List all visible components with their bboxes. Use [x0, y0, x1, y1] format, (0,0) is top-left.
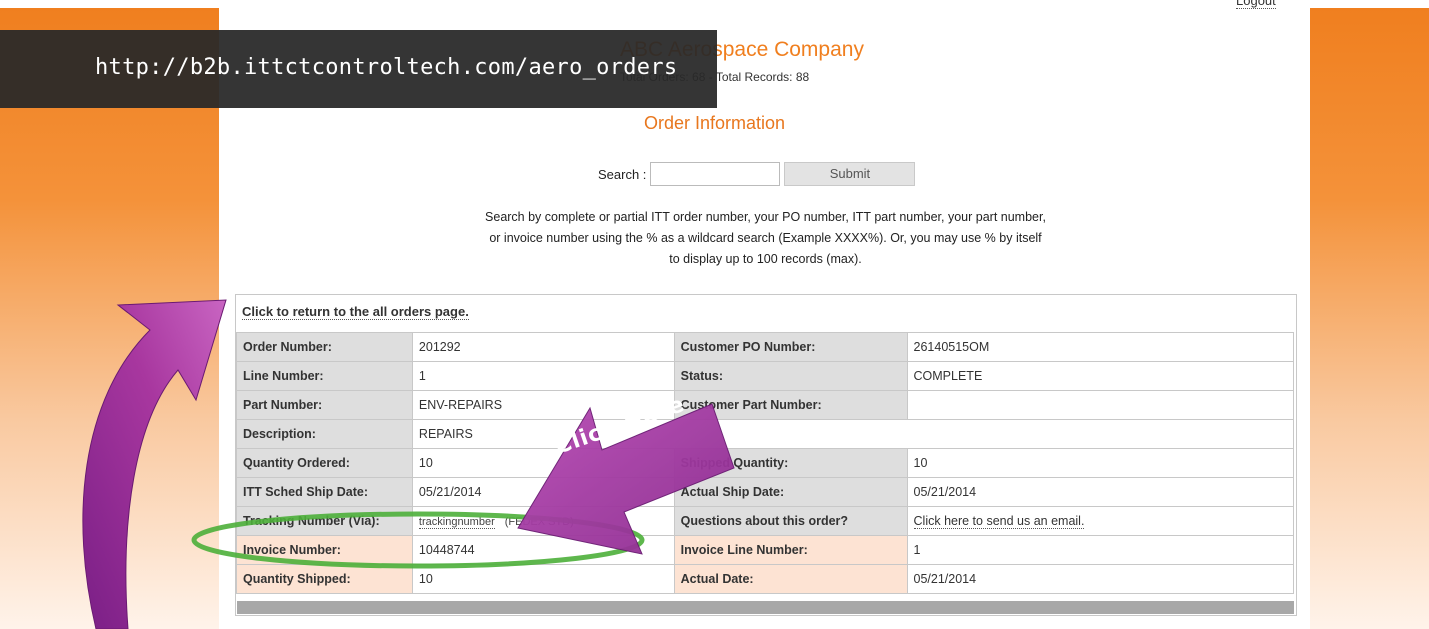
description-value: REPAIRS — [411, 419, 1295, 449]
tracking-number-link[interactable]: trackingnumber — [418, 516, 495, 529]
search-help-text: Search by complete or partial ITT order … — [0, 207, 1429, 270]
table-row: Quantity Shipped: 10 Actual Date: 05/21/… — [236, 564, 1295, 594]
table-row: Part Number: ENV-REPAIRS Customer Part N… — [236, 390, 1295, 420]
url-text: http://b2b.ittctcontroltech.com/aero_ord… — [95, 55, 678, 80]
quantity-shipped-label: Quantity Shipped: — [236, 564, 413, 594]
table-row: Tracking Number (Via): trackingnumber (FE… — [236, 506, 1295, 536]
line-number-value: 1 — [411, 361, 675, 391]
tracking-number-label: Tracking Number (Via): — [236, 506, 413, 536]
status-label: Status: — [673, 361, 908, 391]
shipped-quantity-label: Shipped Quantity: — [673, 448, 908, 478]
table-row: Description: REPAIRS — [236, 419, 1295, 449]
sched-ship-date-value: 05/21/2014 — [411, 477, 675, 507]
tracking-number-cell: trackingnumber (FEDEX STD) — [411, 506, 675, 536]
url-banner: http://b2b.ittctcontroltech.com/aero_ord… — [0, 30, 717, 108]
help-line: to display up to 100 records (max). — [669, 252, 862, 266]
quantity-ordered-label: Quantity Ordered: — [236, 448, 413, 478]
invoice-line-value: 1 — [906, 535, 1295, 565]
search-label: Search : — [598, 166, 647, 182]
invoice-line-label: Invoice Line Number: — [673, 535, 908, 565]
shipped-quantity-value: 10 — [906, 448, 1295, 478]
help-line: or invoice number using the % as a wildc… — [489, 231, 1042, 245]
actual-date-label: Actual Date: — [673, 564, 908, 594]
table-row: Invoice Number: 10448744 Invoice Line Nu… — [236, 535, 1295, 565]
help-line: Search by complete or partial ITT order … — [485, 210, 1046, 224]
order-detail-table: Order Number: 201292 Customer PO Number:… — [236, 332, 1295, 594]
logout-link[interactable]: Logout — [1236, 0, 1276, 9]
submit-button[interactable]: Submit — [784, 162, 916, 186]
customer-part-value — [906, 390, 1295, 420]
order-number-label: Order Number: — [236, 332, 413, 362]
order-detail-panel: Click to return to the all orders page. … — [235, 294, 1297, 616]
page-title: Order Information — [643, 113, 786, 133]
actual-ship-date-label: Actual Ship Date: — [673, 477, 908, 507]
return-to-orders-link[interactable]: Click to return to the all orders page. — [242, 304, 469, 320]
description-label: Description: — [236, 419, 413, 449]
questions-label: Questions about this order? — [673, 506, 908, 536]
email-us-link[interactable]: Click here to send us an email. — [913, 514, 1085, 529]
right-orange-background — [1310, 0, 1429, 629]
order-number-value: 201292 — [411, 332, 675, 362]
line-number-label: Line Number: — [236, 361, 413, 391]
table-row: ITT Sched Ship Date: 05/21/2014 Actual S… — [236, 477, 1295, 507]
table-row: Line Number: 1 Status: COMPLETE — [236, 361, 1295, 391]
actual-ship-date-value: 05/21/2014 — [906, 477, 1295, 507]
search-form: Search : Submit — [598, 161, 916, 187]
questions-cell: Click here to send us an email. — [906, 506, 1295, 536]
customer-po-value: 26140515OM — [906, 332, 1295, 362]
search-input[interactable] — [650, 162, 781, 186]
customer-po-label: Customer PO Number: — [673, 332, 908, 362]
table-row: Order Number: 201292 Customer PO Number:… — [236, 332, 1295, 362]
actual-date-value: 05/21/2014 — [906, 564, 1295, 594]
tracking-carrier: (FEDEX STD) — [504, 516, 574, 528]
quantity-ordered-value: 10 — [411, 448, 675, 478]
sched-ship-date-label: ITT Sched Ship Date: — [236, 477, 413, 507]
panel-footer-bar — [237, 601, 1294, 614]
invoice-number-label: Invoice Number: — [236, 535, 413, 565]
status-value: COMPLETE — [906, 361, 1295, 391]
table-row: Quantity Ordered: 10 Shipped Quantity: 1… — [236, 448, 1295, 478]
customer-part-label: Customer Part Number: — [673, 390, 908, 420]
invoice-number-value: 10448744 — [411, 535, 675, 565]
part-number-label: Part Number: — [236, 390, 413, 420]
quantity-shipped-value: 10 — [411, 564, 675, 594]
